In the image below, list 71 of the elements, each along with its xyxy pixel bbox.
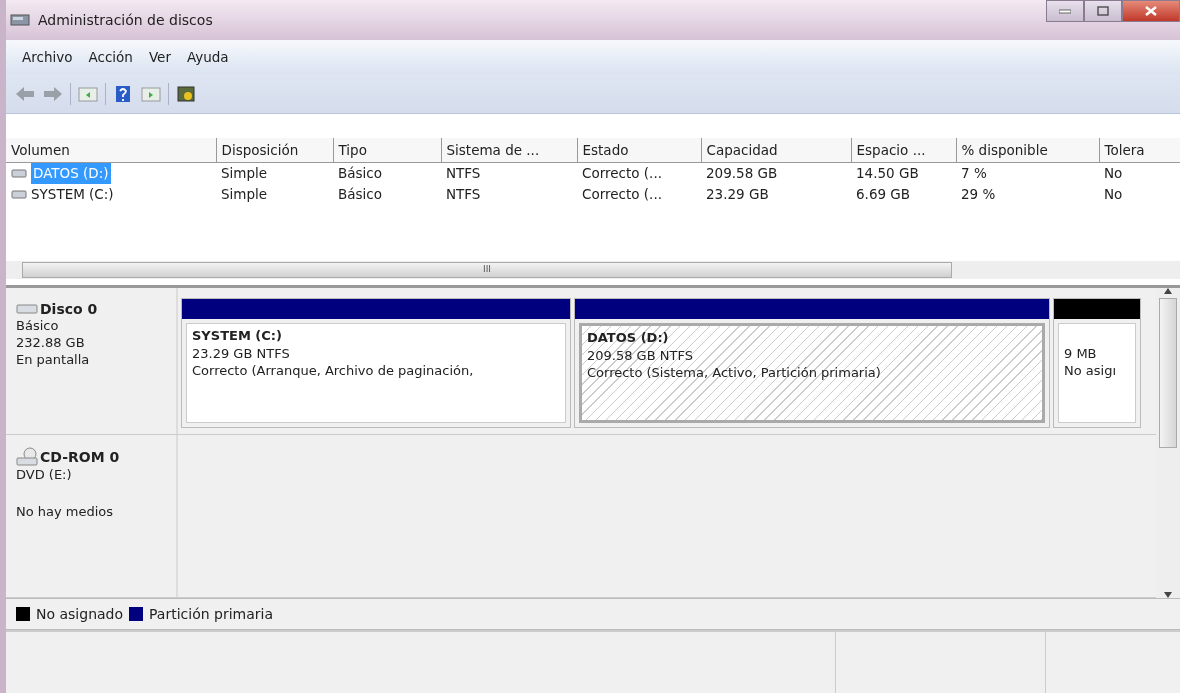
table-cell: No [1104, 165, 1123, 182]
close-icon [1145, 6, 1157, 16]
table-cell: NTFS [446, 185, 481, 202]
close-button[interactable] [1122, 0, 1180, 22]
menu-item[interactable]: Ayuda [180, 46, 235, 68]
column-header[interactable]: Disposición [216, 138, 333, 163]
partition-size: 23.29 GB NTFS [192, 344, 291, 363]
table-cell: 14.50 GB [856, 165, 919, 182]
table-cell: Correcto (... [582, 185, 662, 202]
grip-mark: III [483, 263, 491, 277]
drive-icon [11, 168, 27, 179]
partition-status: Correcto (Arranque, Archivo de paginación, [192, 362, 475, 380]
table-cell: Básico [338, 165, 382, 182]
minimize-button[interactable] [1046, 0, 1084, 22]
table-cell: Correcto (... [582, 165, 662, 182]
table-cell: Simple [221, 185, 268, 202]
column-header[interactable]: Sistema de ... [441, 138, 577, 163]
legend-label: No asignado [36, 604, 124, 624]
partition-size: 209.58 GB NTFS [587, 346, 694, 365]
disk-info: Básico [16, 318, 60, 336]
table-cell: 209.58 GB [706, 165, 778, 182]
partition-status: No asigı [1064, 362, 1118, 380]
partition-size: 9 MB [1064, 344, 1098, 363]
panel-icon[interactable] [140, 84, 162, 103]
partition-name: SYSTEM (C:) [192, 327, 283, 345]
table-cell: 23.29 GB [706, 185, 769, 202]
column-header[interactable]: Tipo [333, 138, 441, 163]
table-cell: 29 % [961, 185, 996, 202]
partition-block[interactable]: DATOS (D:) 209.58 GB NTFS Correcto (Sistema, Activo, Partición primaria) [574, 298, 1050, 428]
volume-name[interactable]: SYSTEM (C:) [31, 183, 114, 204]
column-header[interactable]: Estado [577, 138, 701, 163]
table-cell: Simple [221, 165, 268, 182]
table-cell: 7 % [961, 165, 987, 182]
vertical-scrollbar[interactable] [1156, 288, 1180, 598]
column-header[interactable]: Tolera [1099, 138, 1180, 163]
partition-name: DATOS (D:) [587, 329, 670, 347]
back-arrow-icon[interactable] [14, 84, 36, 103]
scrollbar-thumb[interactable] [1159, 298, 1177, 448]
column-header[interactable]: Capacidad [701, 138, 851, 163]
partition-block[interactable]: SYSTEM (C:) 23.29 GB NTFS Correcto (Arranque, Archivo de paginación, [181, 298, 571, 428]
disk-info: DVD (E:) [16, 467, 73, 484]
table-cell: No [1104, 185, 1123, 202]
column-header[interactable]: Espacio ... [851, 138, 956, 163]
disk-info: 232.88 GB [16, 335, 86, 352]
cd-drive-icon [16, 447, 38, 467]
disk-name: Disco 0 [40, 300, 98, 319]
partition-status: Correcto (Sistema, Activo, Partición primaria) [587, 364, 882, 382]
table-cell: 6.69 GB [856, 185, 911, 202]
horizontal-scrollbar[interactable]: III [6, 261, 1180, 279]
menu-item[interactable]: Archivo [16, 46, 79, 68]
disk-label-panel[interactable]: Disco 0 Básico 232.88 GB En pantalla [6, 288, 178, 434]
table-cell: Básico [338, 185, 382, 202]
legend-label: Partición primaria [149, 604, 274, 624]
table-cell: NTFS [446, 165, 481, 182]
disk-info: En pantalla [16, 351, 91, 369]
partition-block[interactable]: 9 MB No asigı [1053, 298, 1141, 428]
menu-item[interactable]: Acción [82, 46, 139, 68]
menu-item[interactable]: Ver [142, 46, 177, 68]
disk-drive-icon [16, 303, 38, 316]
minimize-icon [1059, 8, 1071, 14]
maximize-button[interactable] [1084, 0, 1122, 22]
disk-info: No hay medios [16, 503, 115, 521]
column-header[interactable]: Volumen [6, 138, 216, 163]
disk-name: CD-ROM 0 [40, 447, 120, 467]
window-title: Administración de discos [38, 10, 213, 30]
drive-icon [11, 188, 27, 199]
column-header[interactable]: % disponible [956, 138, 1099, 163]
maximize-icon [1097, 6, 1109, 16]
scrollbar-thumb[interactable]: III [22, 262, 952, 278]
forward-arrow-icon[interactable] [42, 84, 64, 103]
panel-icon[interactable] [77, 84, 99, 103]
